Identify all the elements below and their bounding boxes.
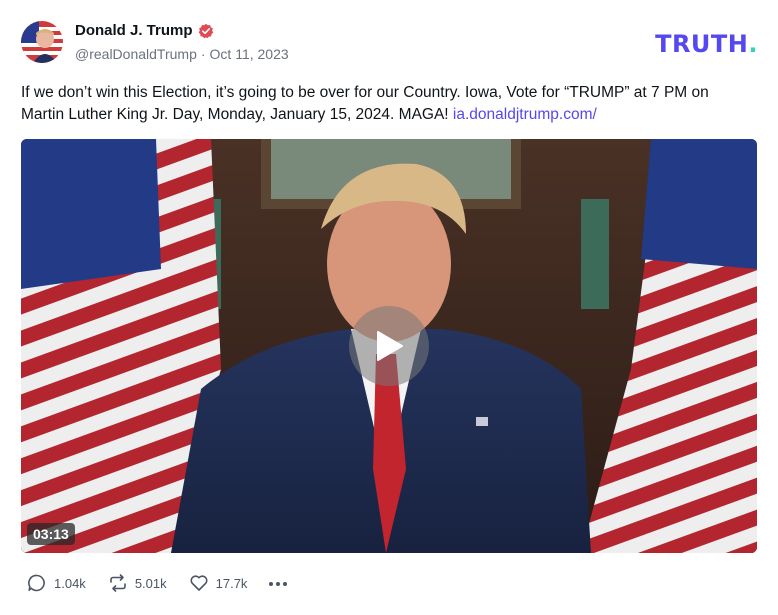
truth-post: Donald J. Trump @realDonaldTrump · Oct 1… bbox=[0, 0, 778, 615]
reply-count: 1.04k bbox=[54, 575, 86, 591]
retruth-icon bbox=[110, 574, 126, 592]
more-dot-icon bbox=[283, 582, 288, 586]
play-button[interactable] bbox=[349, 306, 429, 386]
like-count: 17.7k bbox=[215, 575, 248, 591]
post-actions: 1.04k 5.01k 17.7k bbox=[27, 573, 288, 593]
video-player[interactable]: 03:13 bbox=[21, 139, 757, 553]
retruth-count: 5.01k bbox=[134, 575, 167, 591]
post-date[interactable]: Oct 11, 2023 bbox=[210, 46, 289, 62]
logo-dot: . bbox=[748, 30, 758, 58]
retruth-button[interactable]: 5.01k bbox=[108, 573, 167, 593]
heart-icon bbox=[190, 575, 208, 591]
logo-text: TRUTH bbox=[655, 30, 749, 58]
reply-button[interactable]: 1.04k bbox=[27, 573, 86, 593]
author-meta: @realDonaldTrump · Oct 11, 2023 bbox=[75, 46, 289, 62]
more-dot-icon bbox=[269, 582, 274, 586]
truth-social-logo[interactable]: TRUTH. bbox=[655, 30, 758, 58]
author-handle[interactable]: @realDonaldTrump bbox=[75, 46, 197, 62]
reply-icon bbox=[28, 574, 45, 592]
author-name-text[interactable]: Donald J. Trump bbox=[75, 22, 193, 39]
like-button[interactable]: 17.7k bbox=[189, 573, 248, 593]
post-body: If we don’t win this Election, it’s goin… bbox=[21, 84, 709, 123]
meta-separator: · bbox=[200, 46, 206, 62]
verified-badge-icon bbox=[198, 23, 213, 38]
video-duration: 03:13 bbox=[27, 523, 75, 545]
more-options-button[interactable] bbox=[269, 580, 288, 586]
post-link[interactable]: ia.donaldjtrump.com/ bbox=[453, 106, 597, 123]
post-text: If we don’t win this Election, it’s goin… bbox=[21, 82, 751, 126]
more-dot-icon bbox=[276, 582, 281, 586]
avatar[interactable] bbox=[21, 21, 63, 63]
author-name[interactable]: Donald J. Trump bbox=[75, 22, 214, 39]
play-icon bbox=[377, 331, 403, 361]
